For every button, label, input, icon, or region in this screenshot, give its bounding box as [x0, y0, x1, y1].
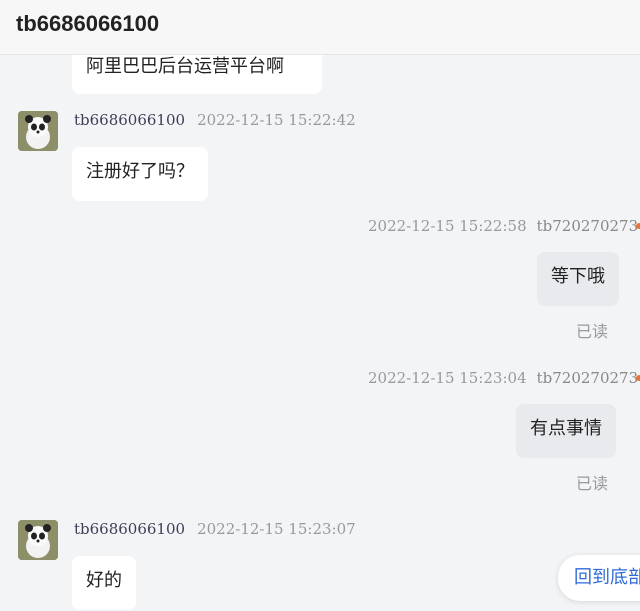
- sender-name: tb720270273: [536, 217, 639, 235]
- message-time: 2022-12-15 15:23:07: [197, 520, 356, 538]
- message-meta: 2022-12-15 15:23:04 tb720270273: [368, 369, 638, 387]
- message-meta: tb6686066100 2022-12-15 15:23:07: [74, 520, 356, 538]
- back-to-bottom-button[interactable]: 回到底部: [558, 555, 640, 601]
- sender-name[interactable]: tb6686066100: [74, 111, 185, 129]
- message-bubble: 有点事情: [516, 404, 616, 458]
- sender-name: tb720270273: [536, 369, 639, 387]
- avatar[interactable]: [18, 111, 58, 151]
- message-text: 等下哦: [551, 266, 605, 287]
- message-bubble: 注册好了吗？: [72, 147, 208, 201]
- chat-title: tb6686066100: [16, 11, 160, 36]
- message-bubble: 等下哦: [537, 252, 619, 306]
- message-meta: tb6686066100 2022-12-15 15:22:42: [74, 111, 356, 129]
- chat-header: tb6686066100: [0, 0, 640, 55]
- sender-name[interactable]: tb6686066100: [74, 520, 185, 538]
- message-time: 2022-12-15 15:22:58: [368, 217, 527, 235]
- message-bubble: 好的: [72, 556, 136, 610]
- message-text: 有点事情: [530, 418, 602, 439]
- panda-avatar-icon: [18, 111, 58, 151]
- avatar[interactable]: [18, 520, 58, 560]
- read-status: 已读: [576, 322, 609, 341]
- panda-avatar-icon: [18, 520, 58, 560]
- message-text: 阿里巴巴后台运营平台啊: [86, 56, 284, 77]
- message-time: 2022-12-15 15:22:42: [197, 111, 356, 129]
- read-status: 已读: [576, 474, 609, 493]
- message-text: 注册好了吗？: [86, 161, 194, 182]
- indicator-dot-icon: [636, 223, 640, 229]
- message-text: 好的: [86, 570, 122, 591]
- indicator-dot-icon: [636, 375, 640, 381]
- message-time: 2022-12-15 15:23:04: [368, 369, 527, 387]
- message-meta: 2022-12-15 15:22:58 tb720270273: [368, 217, 638, 235]
